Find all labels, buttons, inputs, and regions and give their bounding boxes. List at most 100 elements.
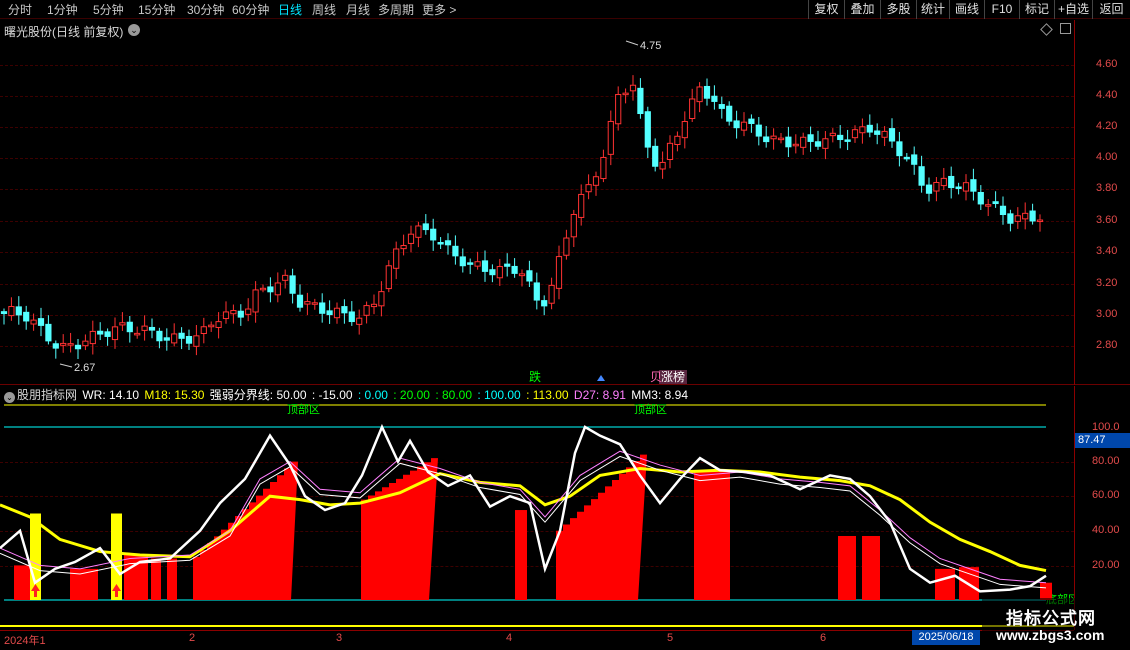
chart-canvas[interactable]: 4.752.67跌贝涨榜顶部区顶部区底部区 (0, 0, 1074, 630)
price-tick: 3.00 (1096, 308, 1118, 320)
candle-body (881, 130, 888, 138)
price-tick: 3.40 (1096, 245, 1118, 257)
candle-body (948, 175, 955, 189)
candle-body (644, 111, 651, 148)
candle-body (822, 138, 829, 149)
candle-body (363, 305, 370, 316)
candle-body (8, 306, 15, 317)
candle-body (452, 245, 459, 257)
low-price-pointer (59, 363, 73, 368)
histogram-bar (167, 558, 177, 600)
candle-body (933, 181, 940, 192)
candle-body (341, 306, 348, 314)
candle-body (74, 344, 82, 350)
price-tick: 4.40 (1096, 89, 1118, 101)
candle-body (504, 263, 511, 267)
candle-body (777, 137, 785, 141)
candle-body (622, 92, 629, 96)
candle-body (807, 134, 814, 142)
candle-body (748, 118, 755, 124)
candle-body (52, 343, 59, 349)
candle-body (770, 135, 777, 140)
price-tick: 4.20 (1096, 120, 1118, 132)
candle-body (0, 311, 8, 315)
candle-body (1036, 219, 1044, 223)
candle-body (977, 191, 984, 205)
candle-body (104, 331, 111, 337)
candle-body (45, 323, 52, 342)
top-zone-label: 顶部区 (634, 402, 667, 416)
candle-body (659, 161, 666, 170)
candle-body (82, 340, 89, 347)
top-zone-label: 顶部区 (287, 402, 320, 416)
candle-body (1014, 215, 1021, 222)
candle-body (15, 306, 22, 316)
candle-body (940, 177, 947, 187)
candle-body (925, 184, 933, 194)
up-arrow-icon (597, 375, 605, 381)
candle-body (555, 256, 563, 289)
candle-body (526, 270, 533, 282)
candle-body (141, 325, 148, 331)
candle-body (541, 300, 548, 307)
high-price-label: 4.75 (640, 40, 661, 52)
candle-body (252, 289, 259, 313)
candle-body (23, 311, 30, 322)
candle-body (829, 132, 836, 137)
price-axis-line (1074, 20, 1075, 385)
candle-body (703, 85, 711, 99)
candle-body (548, 284, 555, 304)
candle-body (119, 322, 126, 326)
candle-body (259, 287, 267, 291)
histogram-bar (515, 510, 527, 600)
candle-body (755, 124, 762, 137)
candle-body (222, 311, 230, 320)
candle-body (126, 321, 133, 333)
low-price-label: 2.67 (74, 362, 95, 374)
price-tick: 3.60 (1096, 214, 1118, 226)
candle-body (918, 166, 925, 186)
date-label: 5 (667, 632, 674, 644)
candle-body (37, 318, 45, 326)
crosshair-value-label: 87.47 (1075, 433, 1130, 448)
candle-body (814, 141, 822, 147)
indicator-tick: 40.00 (1092, 524, 1120, 536)
histogram-bar (14, 565, 32, 600)
candle-body (570, 213, 577, 238)
candle-body (422, 223, 429, 231)
candle-body (674, 135, 681, 146)
histogram-bar (151, 558, 161, 600)
candle-body (585, 184, 592, 193)
candle-body (467, 262, 474, 265)
candle-body (289, 275, 296, 294)
candle-body (430, 228, 437, 241)
candle-body (511, 265, 518, 274)
candle-body (970, 179, 977, 192)
candle-body (592, 176, 600, 186)
price-tick: 2.80 (1096, 339, 1118, 351)
candle-body (274, 282, 281, 296)
candle-body (911, 154, 918, 165)
indicator-tick: 100.0 (1092, 421, 1120, 433)
candle-body (785, 136, 792, 148)
candle-body (326, 310, 333, 316)
price-tick: 4.00 (1096, 151, 1118, 163)
candle-body (711, 95, 718, 102)
back-button[interactable]: 返回 (1092, 0, 1130, 19)
candle-body (193, 335, 200, 347)
price-tick: 4.60 (1096, 58, 1118, 70)
candle-body (533, 282, 540, 301)
candle-body (763, 136, 770, 143)
watermark: 指标公式网 www.zbgs3.com (982, 598, 1130, 650)
candle-body (171, 333, 178, 344)
candle-body (178, 332, 185, 339)
candle-body (999, 205, 1007, 216)
candle-body (903, 156, 910, 160)
candle-body (992, 201, 999, 205)
candle-body (237, 310, 244, 318)
candle-body (267, 286, 274, 293)
watermark-url: www.zbgs3.com (996, 627, 1105, 643)
candle-body (230, 310, 237, 315)
candle-body (111, 326, 119, 341)
candle-body (304, 301, 311, 305)
